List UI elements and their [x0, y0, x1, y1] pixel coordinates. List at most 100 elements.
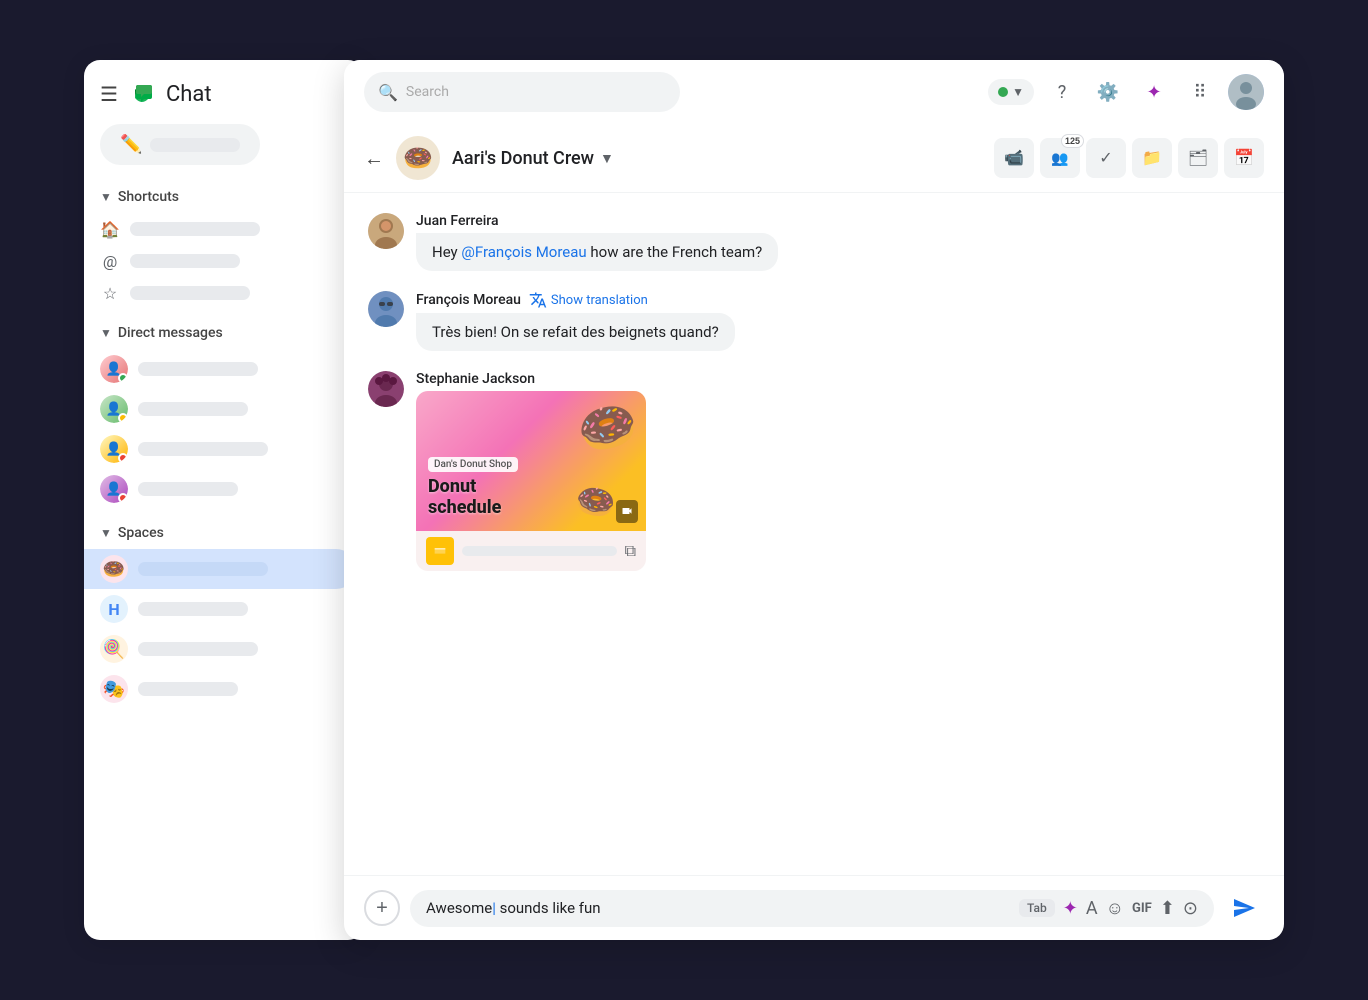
sidebar-item-space-4[interactable]: 🎭 [84, 669, 356, 709]
sender-name-2: François Moreau [416, 292, 521, 308]
image-card[interactable]: Dan's Donut Shop Donut schedule 🍩 🍩 [416, 391, 646, 571]
back-button[interactable]: ← [364, 146, 384, 171]
shortcuts-chevron: ▼ [100, 190, 112, 204]
user-avatar-image [1228, 74, 1264, 110]
space-emoji-2: H [100, 595, 128, 623]
gif-icon[interactable]: GIF [1132, 901, 1152, 916]
upload-icon[interactable]: ⬆ [1160, 898, 1175, 919]
tasks-button[interactable]: ✓ [1086, 138, 1126, 178]
ai-compose-icon[interactable]: ✦ [1063, 898, 1078, 919]
direct-messages-section-header[interactable]: ▼ Direct messages [84, 317, 364, 349]
files-icon: 📁 [1142, 148, 1162, 168]
translate-icon [529, 291, 547, 309]
ai-button[interactable]: ✦ [1136, 74, 1172, 110]
settings-button[interactable]: ⚙️ [1090, 74, 1126, 110]
space-emoji-1: 🍩 [100, 555, 128, 583]
sidebar-item-home[interactable]: 🏠 [84, 213, 356, 245]
menu-icon[interactable]: ☰ [100, 82, 118, 106]
sidebar-item-space-1[interactable]: 🍩 [84, 549, 356, 589]
sidebar-item-dm-4[interactable]: 👤 [84, 469, 356, 509]
starred-icon: ☆ [100, 283, 120, 303]
space-emoji-3: 🍭 [100, 635, 128, 663]
space-name-3 [138, 642, 258, 656]
spaces-chevron: ▼ [100, 526, 112, 540]
emoji-icon[interactable]: ☺ [1106, 898, 1124, 919]
sidebar-item-space-3[interactable]: 🍭 [84, 629, 356, 669]
spaces-section-header[interactable]: ▼ Spaces [84, 517, 364, 549]
avatar-juan [368, 213, 404, 249]
video-call-icon: 📹 [1004, 148, 1024, 168]
chat-group-name: Aari's Donut Crew [452, 148, 594, 169]
donut-shop-label: Dan's Donut Shop [428, 457, 518, 472]
copy-icon[interactable]: ⧉ [625, 541, 636, 561]
dm-avatar-3: 👤 [100, 435, 128, 463]
video-call-button[interactable]: 📹 [994, 138, 1034, 178]
dm-name-4 [138, 482, 238, 496]
message-input[interactable]: Awesome| sounds like fun [426, 899, 1011, 917]
status-chevron: ▼ [1012, 85, 1024, 99]
files-button[interactable]: 📁 [1132, 138, 1172, 178]
sidebar-item-starred[interactable]: ☆ [84, 277, 356, 309]
avatar-francois [368, 291, 404, 327]
dm-avatar-2: 👤 [100, 395, 128, 423]
card-footer-bar [462, 546, 617, 556]
dm-avatar-1: 👤 [100, 355, 128, 383]
dm-chevron: ▼ [100, 326, 112, 340]
google-chat-logo [128, 80, 156, 108]
video-indicator [616, 500, 638, 523]
sidebar-item-space-2[interactable]: H [84, 589, 356, 629]
status-dot [998, 87, 1008, 97]
search-bar[interactable]: 🔍 Search [364, 72, 680, 112]
status-button[interactable]: ▼ [988, 79, 1034, 105]
calendar-button[interactable]: 📅 [1224, 138, 1264, 178]
mention-francois: @François Moreau [461, 243, 586, 261]
chat-title[interactable]: Aari's Donut Crew ▼ [452, 148, 614, 169]
show-translation-button[interactable]: Show translation [529, 291, 648, 309]
meet-count-badge: 125 [1061, 134, 1084, 148]
text-format-icon[interactable]: A [1086, 898, 1098, 919]
send-icon [1232, 896, 1256, 920]
messages-area: Juan Ferreira Hey @François Moreau how a… [344, 193, 1284, 875]
space-name-2 [138, 602, 248, 616]
send-button[interactable] [1224, 888, 1264, 928]
message-bubble-2: Très bien! On se refait des beignets qua… [416, 313, 735, 351]
sidebar-item-mentions[interactable]: @ [84, 245, 356, 277]
new-chat-label [150, 138, 240, 152]
sidebar-item-dm-2[interactable]: 👤 [84, 389, 356, 429]
message-header-3: Stephanie Jackson [416, 371, 1260, 387]
calendar-icon: 📅 [1234, 148, 1254, 168]
donut-schedule-text: Donut schedule [428, 476, 518, 519]
space-emoji-4: 🎭 [100, 675, 128, 703]
sidebar-item-dm-3[interactable]: 👤 [84, 429, 356, 469]
sidebar-header: ☰ Chat [84, 80, 364, 124]
add-attachment-button[interactable]: + [364, 890, 400, 926]
starred-label [130, 286, 250, 300]
google-meet-button[interactable]: 👥 125 [1040, 138, 1080, 178]
apps-button[interactable]: ⠿ [1182, 74, 1218, 110]
chat-title-chevron: ▼ [600, 150, 614, 167]
dm-name-1 [138, 362, 258, 376]
message-input-wrap[interactable]: Awesome| sounds like fun Tab ✦ A ☺ GIF ⬆… [410, 890, 1214, 927]
sender-name-1: Juan Ferreira [416, 213, 499, 229]
sidebar-title: Chat [166, 82, 212, 107]
dm-label: Direct messages [118, 325, 223, 341]
ai-icon: ✦ [1146, 82, 1161, 103]
shortcuts-section-header[interactable]: ▼ Shortcuts [84, 181, 364, 213]
top-bar: 🔍 Search ▼ ? ⚙️ ✦ ⠿ [344, 60, 1284, 124]
new-chat-button[interactable]: ✏️ [100, 124, 260, 165]
spaces-label: Spaces [118, 525, 164, 541]
sidebar-item-dm-1[interactable]: 👤 [84, 349, 356, 389]
donut-emoji-small: 🍩 [573, 480, 619, 524]
donut-image: Dan's Donut Shop Donut schedule 🍩 🍩 [416, 391, 646, 531]
shortcuts-label: Shortcuts [118, 189, 179, 205]
space-name-1 [138, 562, 268, 576]
tab-badge: Tab [1019, 899, 1055, 917]
message-header-1: Juan Ferreira [416, 213, 1260, 229]
user-avatar[interactable] [1228, 74, 1264, 110]
sidebar: ☰ Chat ✏️ ▼ Shortcuts 🏠 [84, 60, 364, 940]
help-button[interactable]: ? [1044, 74, 1080, 110]
archive-button[interactable]: 🗂 [1178, 138, 1218, 178]
chat-panel: 🔍 Search ▼ ? ⚙️ ✦ ⠿ [344, 60, 1284, 940]
search-icon: 🔍 [378, 83, 398, 102]
more-options-icon[interactable]: ⊙ [1183, 898, 1198, 919]
